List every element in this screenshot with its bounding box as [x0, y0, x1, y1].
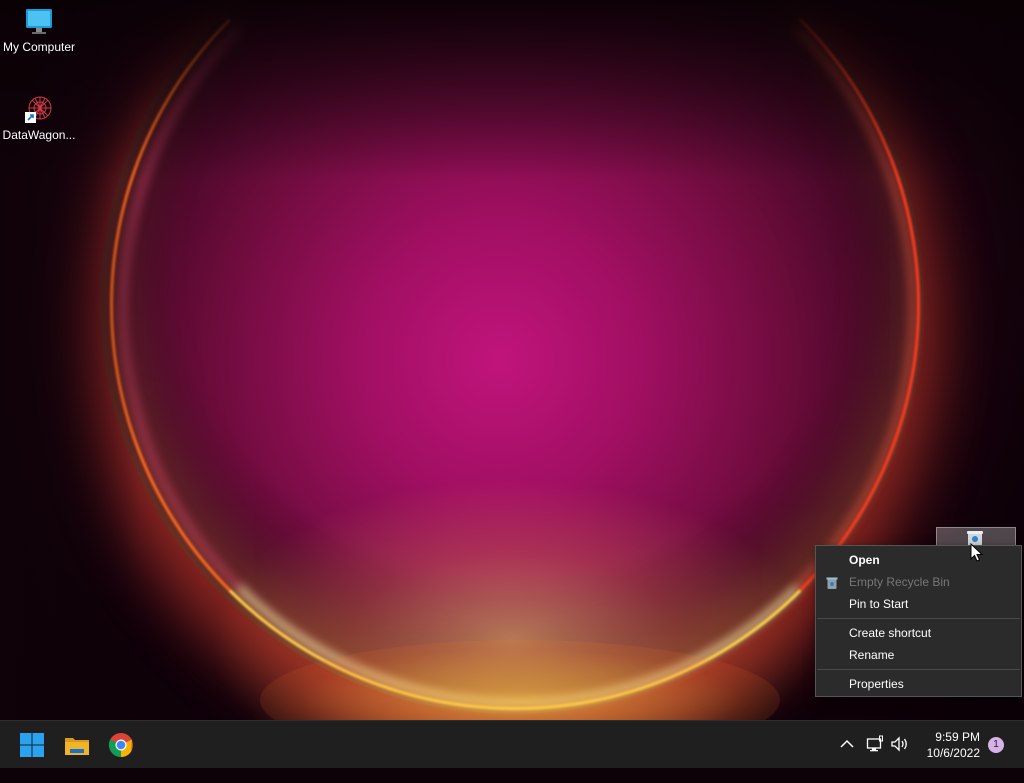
menu-item-label: Rename	[849, 648, 895, 662]
clock-date: 10/6/2022	[926, 746, 980, 760]
menu-item-label: Create shortcut	[849, 626, 932, 640]
taskbar: 9:59 PM 10/6/2022 1	[0, 720, 1024, 768]
desktop-icon-label: My Computer	[2, 40, 76, 54]
desktop-icon-my-computer[interactable]: My Computer	[0, 6, 78, 54]
notification-badge[interactable]: 1	[988, 737, 1004, 753]
start-button[interactable]	[17, 730, 47, 760]
menu-separator	[817, 618, 1020, 619]
wallpaper-vignette-top	[0, 0, 1024, 180]
menu-separator	[817, 669, 1020, 670]
chrome-icon	[106, 733, 136, 764]
menu-item-rename[interactable]: Rename	[816, 644, 1021, 666]
monitor-icon	[23, 6, 55, 38]
network-status-button[interactable]	[866, 735, 884, 783]
mouse-cursor-icon	[970, 542, 984, 568]
desktop-icon-datawagon[interactable]: DataWagon...	[0, 94, 78, 142]
windows-start-icon	[17, 733, 47, 764]
menu-item-open[interactable]: Open	[816, 549, 1021, 571]
file-explorer-button[interactable]	[62, 730, 92, 760]
context-menu: Open Empty Recycle Bin Pin to Start Crea…	[815, 545, 1022, 697]
folder-icon	[62, 738, 92, 764]
menu-item-label: Properties	[849, 677, 904, 691]
desktop-icon-label: DataWagon...	[2, 128, 76, 142]
menu-item-empty-recycle-bin[interactable]: Empty Recycle Bin	[816, 571, 1021, 593]
network-icon	[866, 735, 884, 757]
menu-item-properties[interactable]: Properties	[816, 673, 1021, 695]
menu-item-label: Empty Recycle Bin	[849, 575, 950, 589]
tray-overflow-button[interactable]	[838, 735, 856, 783]
datawagon-shortcut-icon	[23, 94, 55, 126]
menu-item-create-shortcut[interactable]: Create shortcut	[816, 622, 1021, 644]
chevron-up-icon	[838, 739, 856, 757]
clock-time: 9:59 PM	[935, 730, 980, 744]
menu-item-pin-to-start[interactable]: Pin to Start	[816, 593, 1021, 615]
taskbar-clock[interactable]: 9:59 PM 10/6/2022	[912, 729, 980, 761]
menu-item-label: Open	[849, 553, 880, 567]
volume-button[interactable]	[890, 735, 910, 783]
menu-item-label: Pin to Start	[849, 597, 909, 611]
chrome-button[interactable]	[106, 730, 136, 760]
volume-icon	[890, 736, 910, 757]
